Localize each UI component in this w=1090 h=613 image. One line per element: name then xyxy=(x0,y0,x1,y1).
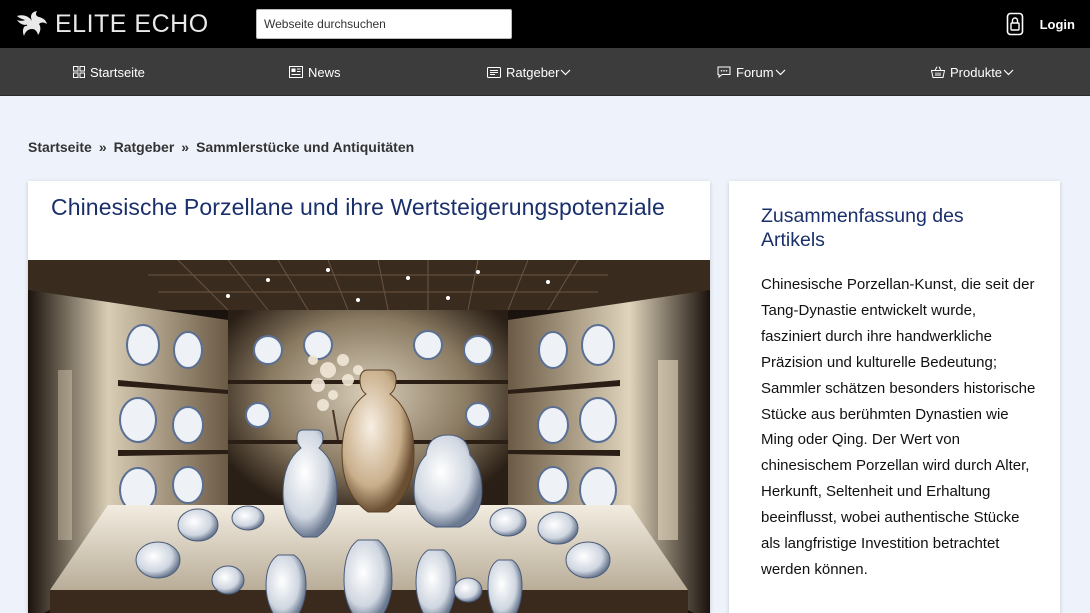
nav-item-forum[interactable]: Forum xyxy=(717,48,786,96)
nav-item-produkte[interactable]: Produkte xyxy=(931,48,1014,96)
nav-item-startseite[interactable]: Startseite xyxy=(73,48,145,96)
pegasus-logo-icon xyxy=(17,11,47,36)
summary-title: Zusammenfassung des Artikels xyxy=(761,205,964,251)
lock-icon xyxy=(1006,12,1023,36)
nav-label: Startseite xyxy=(90,64,145,80)
nav-label: Forum xyxy=(736,64,774,80)
nav-label: Ratgeber xyxy=(506,64,560,80)
login-button[interactable]: Login xyxy=(1006,11,1075,37)
chevron-down-icon xyxy=(1003,69,1014,75)
chevron-down-icon xyxy=(775,69,785,75)
grid-icon xyxy=(73,66,85,78)
summary-card: Zusammenfassung des Artikels Chinesische… xyxy=(729,181,1060,613)
breadcrumb-separator: » xyxy=(181,139,190,155)
nav-item-ratgeber[interactable]: Ratgeber xyxy=(487,48,571,96)
document-icon xyxy=(487,66,501,78)
breadcrumb-startseite[interactable]: Startseite xyxy=(28,139,92,155)
chevron-down-icon xyxy=(561,69,571,75)
main-navigation: Startseite News Ratgeber Forum Produkte xyxy=(0,48,1090,96)
breadcrumb-current: Sammlerstücke und Antiquitäten xyxy=(196,139,415,155)
porcelain-showroom-image xyxy=(28,260,710,613)
summary-text: Chinesische Porzellan-Kunst, die seit de… xyxy=(761,276,1036,578)
nav-label: News xyxy=(308,64,341,80)
login-label: Login xyxy=(1039,16,1075,32)
nav-label: Produkte xyxy=(950,64,1003,80)
breadcrumb-ratgeber[interactable]: Ratgeber xyxy=(114,139,175,155)
breadcrumb: Startseite » Ratgeber » Sammlerstücke un… xyxy=(28,139,414,155)
article-hero-image xyxy=(28,260,710,613)
search-input[interactable] xyxy=(256,9,512,39)
top-header: ELITE ECHO Login xyxy=(0,0,1090,48)
article-title: Chinesische Porzellane und ihre Wertstei… xyxy=(51,194,665,220)
breadcrumb-separator: » xyxy=(98,139,107,155)
chat-icon xyxy=(717,66,731,78)
newspaper-icon xyxy=(289,66,303,78)
logo-text: ELITE ECHO xyxy=(55,10,209,38)
basket-icon xyxy=(931,66,945,78)
site-logo[interactable]: ELITE ECHO xyxy=(15,8,209,40)
nav-item-news[interactable]: News xyxy=(289,48,341,96)
article-card: Chinesische Porzellane und ihre Wertstei… xyxy=(28,181,710,613)
